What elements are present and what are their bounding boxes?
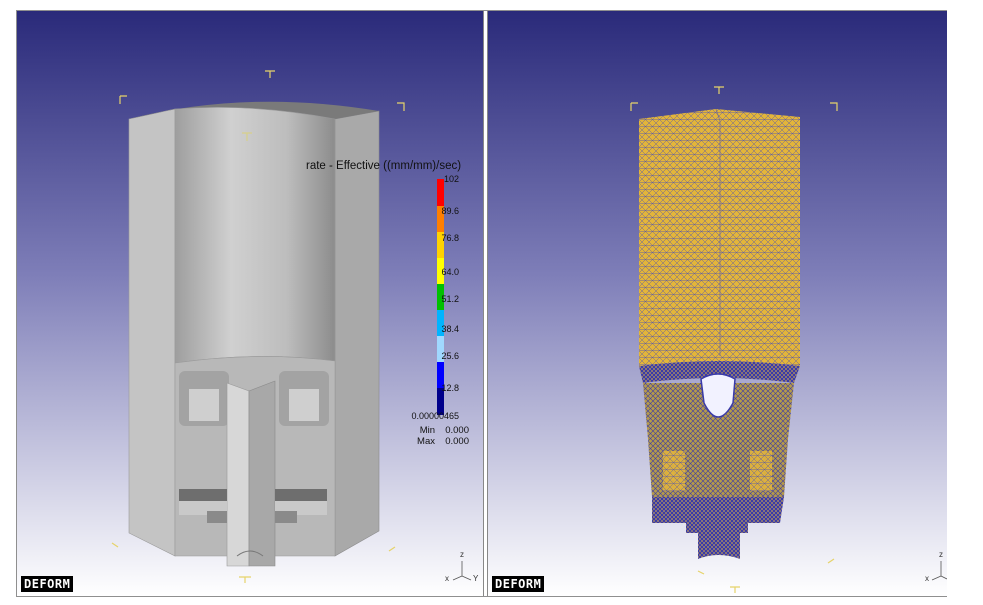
triad-y-label: Y (473, 574, 479, 583)
triad-z-label: z (460, 550, 464, 559)
legend-tick: 89.6 (441, 206, 459, 216)
legend-tick: 76.8 (441, 233, 459, 243)
legend-tick: 12.8 (441, 383, 459, 393)
legend-max-label: Max (417, 436, 435, 447)
legend-ticks: 102 89.6 76.8 64.0 51.2 38.4 25.6 12.8 0… (379, 11, 459, 596)
right-viewport-mesh[interactable]: z x DEFORM (487, 11, 947, 596)
part-right-face (334, 110, 380, 557)
legend-min-label: Min (419, 425, 435, 436)
deform-post-processor-window: rate - Effective ((mm/mm)/sec) 102 89.6 … (16, 10, 947, 597)
part-left-face (128, 108, 176, 557)
legend-tick: 0.00000465 (411, 411, 459, 421)
legend-tick: 25.6 (441, 351, 459, 361)
part-center-stem (226, 382, 250, 567)
part-inner-cylinder (174, 107, 336, 364)
legend-tick: 38.4 (441, 324, 459, 334)
legend-tick: 51.2 (441, 294, 459, 304)
legend-max: Max 0.000 (407, 436, 469, 447)
legend-min-value: 0.000 (445, 425, 469, 436)
triad-x-label: x (445, 574, 449, 583)
deform-logo: DEFORM (492, 576, 545, 592)
legend-min: Min 0.000 (407, 425, 469, 436)
legend-tick: 102 (443, 174, 459, 184)
legend-max-value: 0.000 (445, 436, 469, 447)
legend-tick: 64.0 (441, 267, 459, 277)
left-viewport-solid[interactable]: rate - Effective ((mm/mm)/sec) 102 89.6 … (17, 11, 484, 596)
right-viewport-canvas (488, 11, 947, 596)
triad-z-label: z (939, 550, 943, 559)
triad-x-label: x (925, 574, 929, 583)
deform-logo: DEFORM (21, 576, 74, 592)
